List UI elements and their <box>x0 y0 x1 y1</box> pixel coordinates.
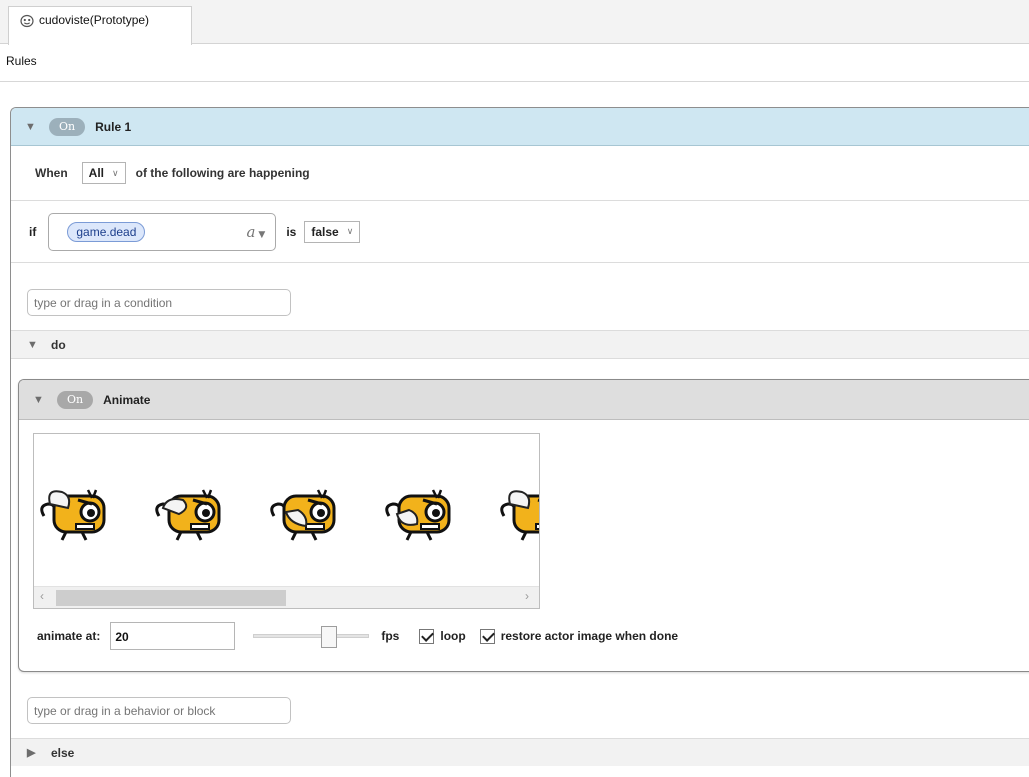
match-select[interactable]: All ∨ <box>81 162 126 184</box>
behavior-on-toggle[interactable]: On <box>57 390 94 409</box>
animation-frame[interactable] <box>383 476 455 546</box>
text-type-icon: a <box>246 222 256 241</box>
condition-input[interactable] <box>27 289 291 316</box>
slider-track <box>253 634 370 638</box>
tab-label: cudoviste(Prototype) <box>39 13 150 27</box>
collapse-triangle-icon[interactable]: ▼ <box>25 121 43 133</box>
loop-label: loop <box>440 629 466 643</box>
when-row: When All ∨ of the following are happenin… <box>11 146 1029 201</box>
if-label: if <box>29 224 37 239</box>
rule-on-toggle[interactable]: On <box>49 117 86 136</box>
rule-header[interactable]: ▼ On Rule 1 <box>11 108 1029 146</box>
bee-sprite-icon <box>270 489 336 541</box>
section-divider <box>0 81 1029 82</box>
restore-label: restore actor image when done <box>500 629 679 643</box>
bee-sprite-icon <box>500 490 539 541</box>
fps-input[interactable] <box>110 622 236 650</box>
frames-scrollbar[interactable]: ‹ › <box>34 586 539 608</box>
animation-frame[interactable] <box>153 476 225 546</box>
do-section-header[interactable]: ▼ do <box>11 331 1029 359</box>
collapse-triangle-icon[interactable]: ▼ <box>33 394 51 406</box>
collapse-triangle-icon[interactable]: ▼ <box>27 339 45 351</box>
rule-title[interactable]: Rule 1 <box>95 120 131 134</box>
bee-sprite-icon <box>40 489 106 541</box>
bee-sprite-icon <box>385 489 451 541</box>
bee-sprite-icon <box>155 489 221 541</box>
animation-frame[interactable] <box>268 476 340 546</box>
scrollbar-thumb[interactable] <box>56 590 286 606</box>
slider-knob[interactable] <box>321 626 338 648</box>
condition-value: false <box>311 224 339 239</box>
behavior-title: Animate <box>103 392 151 407</box>
behavior-input[interactable] <box>27 697 291 724</box>
attribute-type-menu[interactable]: a ▼ <box>246 223 265 241</box>
condition-drop-area <box>11 263 1029 331</box>
is-label: is <box>286 224 297 239</box>
when-label: When <box>35 166 68 180</box>
animate-at-label: animate at: <box>37 629 101 643</box>
value-select[interactable]: false ∨ <box>304 220 361 243</box>
loop-checkbox[interactable] <box>419 628 435 644</box>
chevron-down-icon: ∨ <box>112 167 119 178</box>
condition-row: if game.dead a ▼ is false ∨ <box>11 201 1029 263</box>
actor-mask-icon <box>20 14 34 28</box>
attribute-pill[interactable]: game.dead <box>67 221 146 242</box>
rules-section-title: Rules <box>6 54 37 68</box>
tab-bar: cudoviste(Prototype) <box>0 0 1029 45</box>
dropdown-arrow-icon: ▼ <box>258 229 266 240</box>
scroll-right-icon[interactable]: › <box>525 589 529 603</box>
fps-slider[interactable] <box>253 626 370 648</box>
do-label: do <box>51 337 66 352</box>
attribute-field[interactable]: game.dead a ▼ <box>48 212 277 251</box>
animation-frame[interactable] <box>38 476 110 546</box>
else-section-header[interactable]: ▶ else <box>11 738 1029 766</box>
expand-triangle-icon[interactable]: ▶ <box>27 746 45 759</box>
restore-checkbox[interactable] <box>479 628 495 644</box>
scroll-left-icon[interactable]: ‹ <box>40 589 44 603</box>
animate-behavior: ▼ On Animate ‹ › animate at: fps loop re… <box>18 379 1029 672</box>
when-suffix: of the following are happening <box>135 166 310 180</box>
match-value: All <box>88 166 105 180</box>
rule-block: ▼ On Rule 1 When All ∨ of the following … <box>10 107 1029 777</box>
else-label: else <box>51 745 75 760</box>
animation-frame[interactable] <box>498 476 539 546</box>
chevron-down-icon: ∨ <box>346 226 354 236</box>
animation-frames-strip[interactable]: ‹ › <box>33 433 540 609</box>
fps-label: fps <box>381 629 400 643</box>
behavior-header[interactable]: ▼ On Animate <box>19 380 1029 420</box>
tab-prototype[interactable]: cudoviste(Prototype) <box>8 6 192 45</box>
animate-settings-row: animate at: fps loop restore actor image… <box>37 622 678 650</box>
